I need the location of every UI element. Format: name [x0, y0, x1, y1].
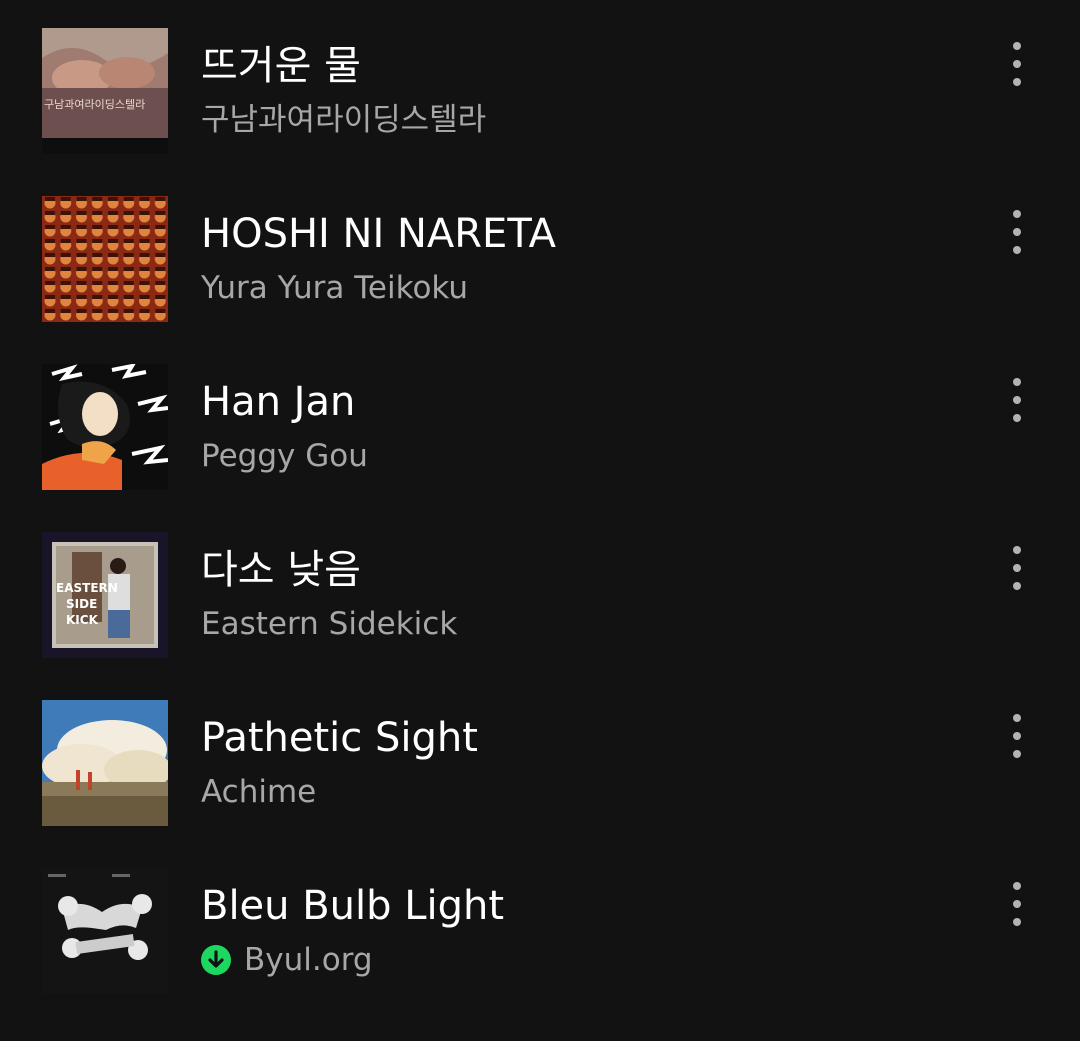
more-vertical-icon-dot	[1013, 918, 1021, 926]
more-vertical-icon	[1013, 42, 1021, 50]
artist-name: 구남과여라이딩스텔라	[201, 102, 487, 138]
track-list: 구남과여라이딩스텔라 뜨거운 물 구남과여라이딩스텔라 HOSHI NI NAR…	[0, 0, 1080, 1041]
artist-name: Byul.org	[244, 942, 373, 978]
more-options-button[interactable]	[996, 38, 1038, 90]
more-vertical-icon	[1013, 714, 1021, 722]
album-cover-text-line: SIDE	[66, 597, 97, 611]
more-vertical-icon-dot	[1013, 396, 1021, 404]
more-vertical-icon	[1013, 378, 1021, 386]
track-title: HOSHI NI NARETA	[201, 211, 557, 257]
track-artist: Yura Yura Teikoku	[201, 266, 468, 310]
track-title: 다소 낮음	[201, 547, 361, 593]
more-options-button[interactable]	[996, 206, 1038, 258]
album-cover	[42, 196, 168, 322]
more-vertical-icon-dot	[1013, 414, 1021, 422]
artist-name: Yura Yura Teikoku	[201, 270, 469, 306]
more-vertical-icon-dot	[1013, 246, 1021, 254]
more-vertical-icon-dot	[1013, 582, 1021, 590]
more-options-button[interactable]	[996, 374, 1038, 426]
track-row[interactable]: 구남과여라이딩스텔라 뜨거운 물 구남과여라이딩스텔라	[0, 0, 1080, 168]
more-options-button[interactable]	[996, 878, 1038, 930]
track-row[interactable]: Han Jan Peggy Gou	[0, 336, 1080, 504]
more-vertical-icon-dot	[1013, 78, 1021, 86]
download-complete-icon	[201, 945, 231, 975]
track-row[interactable]: HOSHI NI NARETA Yura Yura Teikoku	[0, 168, 1080, 336]
more-vertical-icon-dot	[1013, 60, 1021, 68]
track-title: 뜨거운 물	[201, 43, 361, 89]
more-vertical-icon	[1013, 546, 1021, 554]
track-row[interactable]: Bleu Bulb Light Byul.org	[0, 840, 1080, 1008]
album-cover-text-line: KICK	[66, 613, 99, 627]
more-vertical-icon-dot	[1013, 228, 1021, 236]
album-cover-text: 구남과여라이딩스텔라	[44, 98, 145, 111]
artist-name: Peggy Gou	[201, 438, 368, 474]
track-row[interactable]: EASTERN SIDE KICK 다소 낮음 Eastern Sidekick	[0, 504, 1080, 672]
more-vertical-icon	[1013, 210, 1021, 218]
track-title: Bleu Bulb Light	[201, 883, 505, 929]
album-cover-text-line: EASTERN	[56, 581, 118, 595]
track-artist: Eastern Sidekick	[201, 602, 457, 646]
track-title: Pathetic Sight	[201, 715, 478, 761]
track-artist: Byul.org	[201, 938, 373, 982]
album-cover	[42, 700, 168, 826]
album-cover: EASTERN SIDE KICK	[42, 532, 168, 658]
track-row[interactable]: Pathetic Sight Achime	[0, 672, 1080, 840]
more-vertical-icon-dot	[1013, 900, 1021, 908]
artist-name: Achime	[201, 774, 317, 810]
more-vertical-icon-dot	[1013, 750, 1021, 758]
more-vertical-icon-dot	[1013, 732, 1021, 740]
more-options-button[interactable]	[996, 710, 1038, 762]
track-artist: Peggy Gou	[201, 434, 368, 478]
album-cover: 구남과여라이딩스텔라	[42, 28, 168, 154]
album-cover	[42, 868, 168, 994]
album-cover	[42, 364, 168, 490]
track-title: Han Jan	[201, 379, 356, 425]
more-options-button[interactable]	[996, 542, 1038, 594]
track-artist: 구남과여라이딩스텔라	[201, 98, 486, 142]
more-vertical-icon	[1013, 882, 1021, 890]
artist-name: Eastern Sidekick	[201, 606, 458, 642]
track-artist: Achime	[201, 770, 316, 814]
more-vertical-icon-dot	[1013, 564, 1021, 572]
